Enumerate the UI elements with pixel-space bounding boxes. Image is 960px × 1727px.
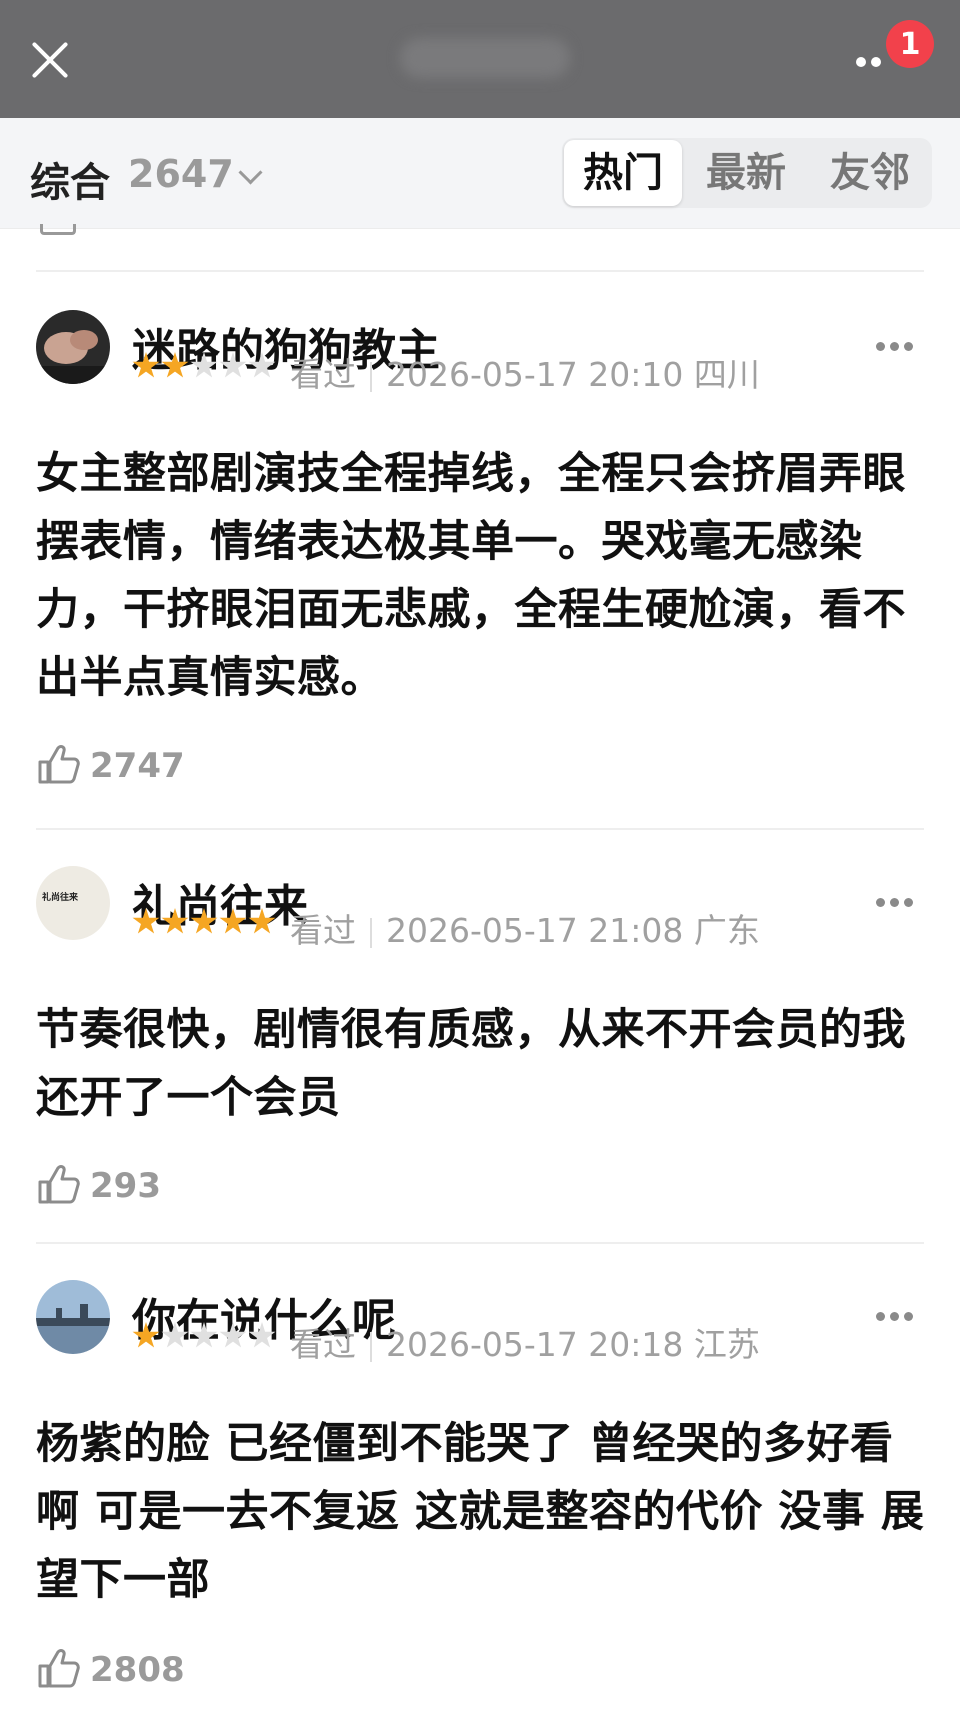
avatar[interactable] (36, 1280, 110, 1354)
close-icon[interactable] (28, 38, 72, 82)
watch-status: 看过 (290, 911, 356, 950)
like-count: 2747 (90, 746, 185, 786)
review-content: 杨紫的脸 已经僵到不能哭了 曾经哭的多好看啊 可是一去不复返 这就是整容的代价 … (36, 1419, 925, 1605)
review-datetime: 2026-05-17 20:18 (386, 1325, 684, 1364)
like-count: 2808 (90, 1650, 185, 1690)
thumbs-up-icon[interactable] (36, 1162, 80, 1206)
divider (36, 270, 924, 272)
divider (36, 1242, 924, 1244)
avatar-text: 礼尚往来 (42, 893, 79, 903)
avatar[interactable]: 礼尚往来 (36, 866, 110, 940)
review-location: 江苏 (693, 1325, 760, 1364)
tab-friends[interactable]: 友邻 (810, 138, 930, 208)
review-count[interactable]: 2647 (128, 152, 234, 196)
thumbs-up-icon (40, 224, 76, 235)
top-bar: 1 (0, 0, 960, 118)
review-content: 节奏很快，剧情很有质感，从来不开会员的我还开了一个会员 (36, 1005, 906, 1123)
more-options-icon[interactable] (876, 342, 916, 354)
sort-dropdown-label[interactable]: 综合 (30, 150, 110, 208)
more-options-icon[interactable] (876, 1312, 916, 1324)
notification-badge: 1 (886, 20, 934, 68)
filter-bar: 综合 2647 热门 最新 友邻 (0, 118, 960, 229)
review-meta: 看过 2026-05-17 20:10 四川 (290, 348, 760, 396)
review-location: 四川 (693, 355, 760, 394)
tab-latest[interactable]: 最新 (686, 138, 806, 208)
review-datetime: 2026-05-17 21:08 (386, 911, 684, 950)
like-count: 293 (90, 1166, 161, 1206)
divider (36, 828, 924, 830)
review-meta: 看过 2026-05-17 20:18 江苏 (290, 1318, 760, 1366)
review-location: 广东 (693, 911, 760, 950)
watch-status: 看过 (290, 1325, 356, 1364)
thumbs-up-icon[interactable] (36, 742, 80, 786)
review-datetime: 2026-05-17 20:10 (386, 355, 684, 394)
review-content: 女主整部剧演技全程掉线，全程只会挤眉弄眼摆表情，情绪表达极其单一。哭戏毫无感染力… (36, 449, 906, 703)
more-options-icon[interactable] (876, 898, 916, 910)
tab-hot[interactable]: 热门 (564, 140, 682, 206)
avatar[interactable] (36, 310, 110, 384)
sort-tabs: 热门 最新 友邻 (562, 138, 932, 208)
review-meta: 看过 2026-05-17 21:08 广东 (290, 904, 760, 952)
watch-status: 看过 (290, 355, 356, 394)
username[interactable]: 礼尚往来 (132, 870, 308, 934)
blurred-title (400, 38, 570, 78)
chevron-down-icon[interactable] (238, 160, 263, 185)
thumbs-up-icon[interactable] (36, 1646, 80, 1690)
